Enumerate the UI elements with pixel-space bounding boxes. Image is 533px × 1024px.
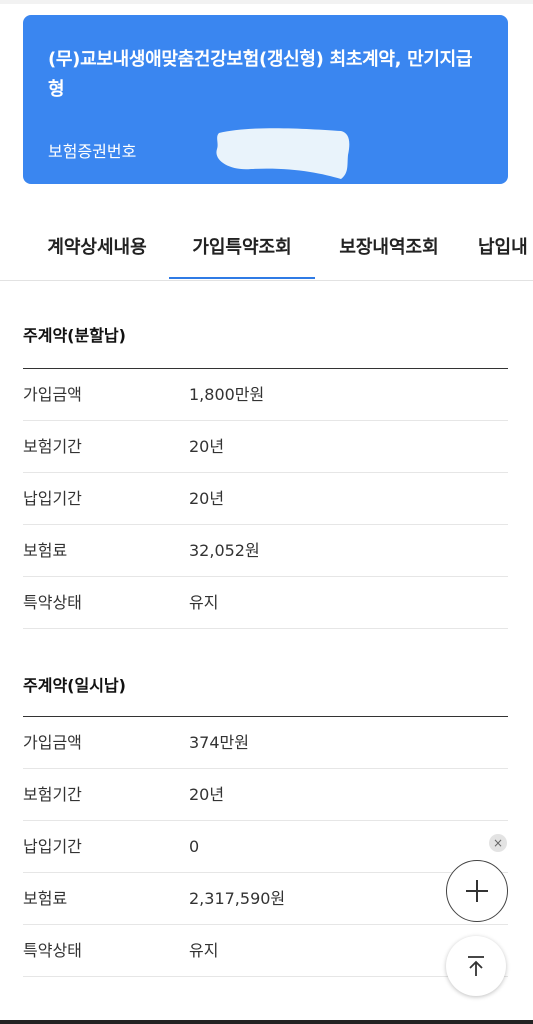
row-value: 20년 [189,489,225,508]
row-label: 보험기간 [23,437,82,456]
table-row: 보험기간 20년 [23,769,508,821]
row-value: 0 [189,837,200,856]
row-label: 납입기간 [23,489,82,508]
row-value: 유지 [189,941,219,960]
table-row: 특약상태 유지 [23,577,508,629]
table-row: 납입기간 20년 [23,473,508,525]
table-row: 특약상태 유지 [23,925,508,977]
tab-payment[interactable]: 납입내 [478,205,533,279]
row-value: 20년 [189,437,225,456]
row-value: 1,800만원 [189,385,265,404]
row-label: 가입금액 [23,385,82,404]
table-row: 가입금액 374만원 [23,717,508,769]
section-title: 주계약(분할납) [23,326,126,345]
table-row: 보험료 2,317,590원 [23,873,508,925]
row-value: 32,052원 [189,541,260,560]
section-title: 주계약(일시납) [23,676,126,695]
row-label: 보험기간 [23,785,82,804]
tab-contract-details[interactable]: 계약상세내용 [38,205,156,279]
tab-riders[interactable]: 가입특약조회 [169,205,315,279]
row-label: 특약상태 [23,593,82,612]
table-row: 보험료 32,052원 [23,525,508,577]
row-label: 납입기간 [23,837,82,856]
row-label: 보험료 [23,541,68,560]
redacted-policy-number [216,128,350,179]
tab-bar: 계약상세내용 가입특약조회 보장내역조회 납입내 [0,205,533,281]
detail-table: 가입금액 1,800만원 보험기간 20년 납입기간 20년 보험료 32,05… [23,368,508,629]
row-label: 가입금액 [23,733,82,752]
arrow-up-icon [468,956,484,976]
table-row: 보험기간 20년 [23,421,508,473]
policy-number-label: 보험증권번호 [48,142,137,161]
top-divider [0,0,533,4]
row-value: 유지 [189,593,219,612]
table-row: 가입금액 1,800만원 [23,369,508,421]
table-row: 납입기간 0 [23,821,508,873]
row-label: 보험료 [23,889,68,908]
add-button[interactable] [446,860,508,922]
close-icon[interactable]: × [489,834,507,852]
scroll-to-top-button[interactable] [446,936,506,996]
detail-table: 가입금액 374만원 보험기간 20년 납입기간 0 보험료 2,317,590… [23,716,508,977]
row-label: 특약상태 [23,941,82,960]
tab-coverage[interactable]: 보장내역조회 [330,205,448,279]
contract-summary-card: (무)교보내생애맞춤건강보험(갱신형) 최초계약, 만기지급형 보험증권번호 [23,15,508,184]
bottom-divider [0,1020,533,1024]
contract-title: (무)교보내생애맞춤건강보험(갱신형) 최초계약, 만기지급형 [48,49,473,100]
row-value: 2,317,590원 [189,889,286,908]
row-value: 20년 [189,785,225,804]
plus-icon [466,880,488,902]
row-value: 374만원 [189,733,249,752]
